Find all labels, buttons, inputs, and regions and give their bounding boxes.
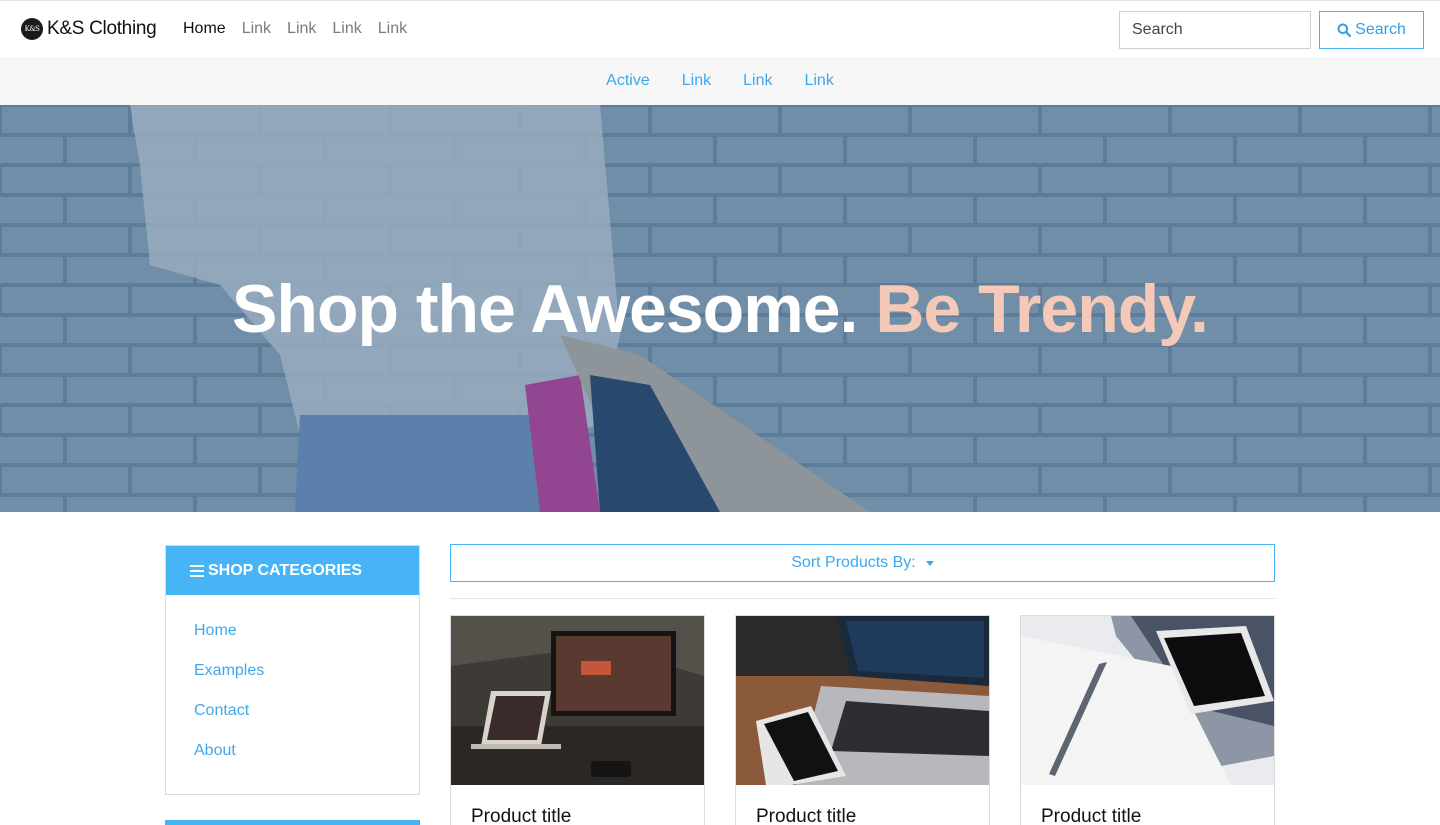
product-image[interactable] <box>1021 616 1274 785</box>
category-link-home[interactable]: Home <box>166 611 419 651</box>
product-title[interactable]: Product title <box>471 806 571 825</box>
subnav-link[interactable]: Link <box>682 72 711 90</box>
category-link-examples[interactable]: Examples <box>166 651 419 691</box>
product-image[interactable] <box>451 616 704 785</box>
top-navbar: K&S K&S Clothing Home Link Link Link Lin… <box>0 0 1440 57</box>
shop-categories-title: SHOP CATEGORIES <box>208 561 363 579</box>
menu-icon <box>190 564 204 577</box>
search-button-label: Search <box>1355 21 1406 38</box>
caret-down-icon <box>925 560 934 566</box>
nav-link[interactable]: Link <box>378 20 407 38</box>
nav-link-home[interactable]: Home <box>183 20 226 38</box>
search-input[interactable] <box>1119 11 1311 49</box>
product-card[interactable]: Product title <box>450 615 705 825</box>
hero-banner: Shop the Awesome. Be Trendy. <box>0 105 1440 512</box>
divider <box>450 598 1275 599</box>
sort-products-dropdown[interactable]: Sort Products By: <box>450 544 1275 582</box>
brand[interactable]: K&S K&S Clothing <box>21 18 157 40</box>
nav-link[interactable]: Link <box>242 20 271 38</box>
category-link-about[interactable]: About <box>166 731 419 771</box>
hero-title-main: Shop the Awesome. <box>232 271 858 347</box>
product-card[interactable]: Product title <box>1020 615 1275 825</box>
product-card[interactable]: Product title <box>735 615 990 825</box>
brand-logo-text: K&S <box>24 25 40 33</box>
search-icon <box>1337 23 1352 37</box>
secondary-nav: Active Link Link Link <box>0 57 1440 105</box>
hero-title: Shop the Awesome. Be Trendy. <box>0 270 1440 348</box>
subnav-link-active[interactable]: Active <box>606 72 650 90</box>
product-title[interactable]: Product title <box>1041 806 1141 825</box>
search-button[interactable]: Search <box>1319 11 1424 49</box>
category-link-contact[interactable]: Contact <box>166 691 419 731</box>
sort-label: Sort Products By: <box>791 554 916 571</box>
shop-categories-panel: SHOP CATEGORIES Home Examples Contact Ab… <box>165 545 420 795</box>
shop-categories-header[interactable]: SHOP CATEGORIES <box>166 546 419 595</box>
product-image[interactable] <box>736 616 989 785</box>
top-nav-links: Home Link Link Link Link <box>183 20 423 38</box>
sidebar-next-panel-header <box>165 820 420 825</box>
brand-name[interactable]: K&S Clothing <box>47 18 157 40</box>
brand-logo: K&S <box>21 18 43 40</box>
hero-title-accent: Be Trendy. <box>875 271 1209 347</box>
product-title[interactable]: Product title <box>756 806 856 825</box>
nav-link[interactable]: Link <box>332 20 361 38</box>
subnav-link[interactable]: Link <box>743 72 772 90</box>
nav-link[interactable]: Link <box>287 20 316 38</box>
subnav-link[interactable]: Link <box>804 72 833 90</box>
category-list: Home Examples Contact About <box>166 595 419 771</box>
